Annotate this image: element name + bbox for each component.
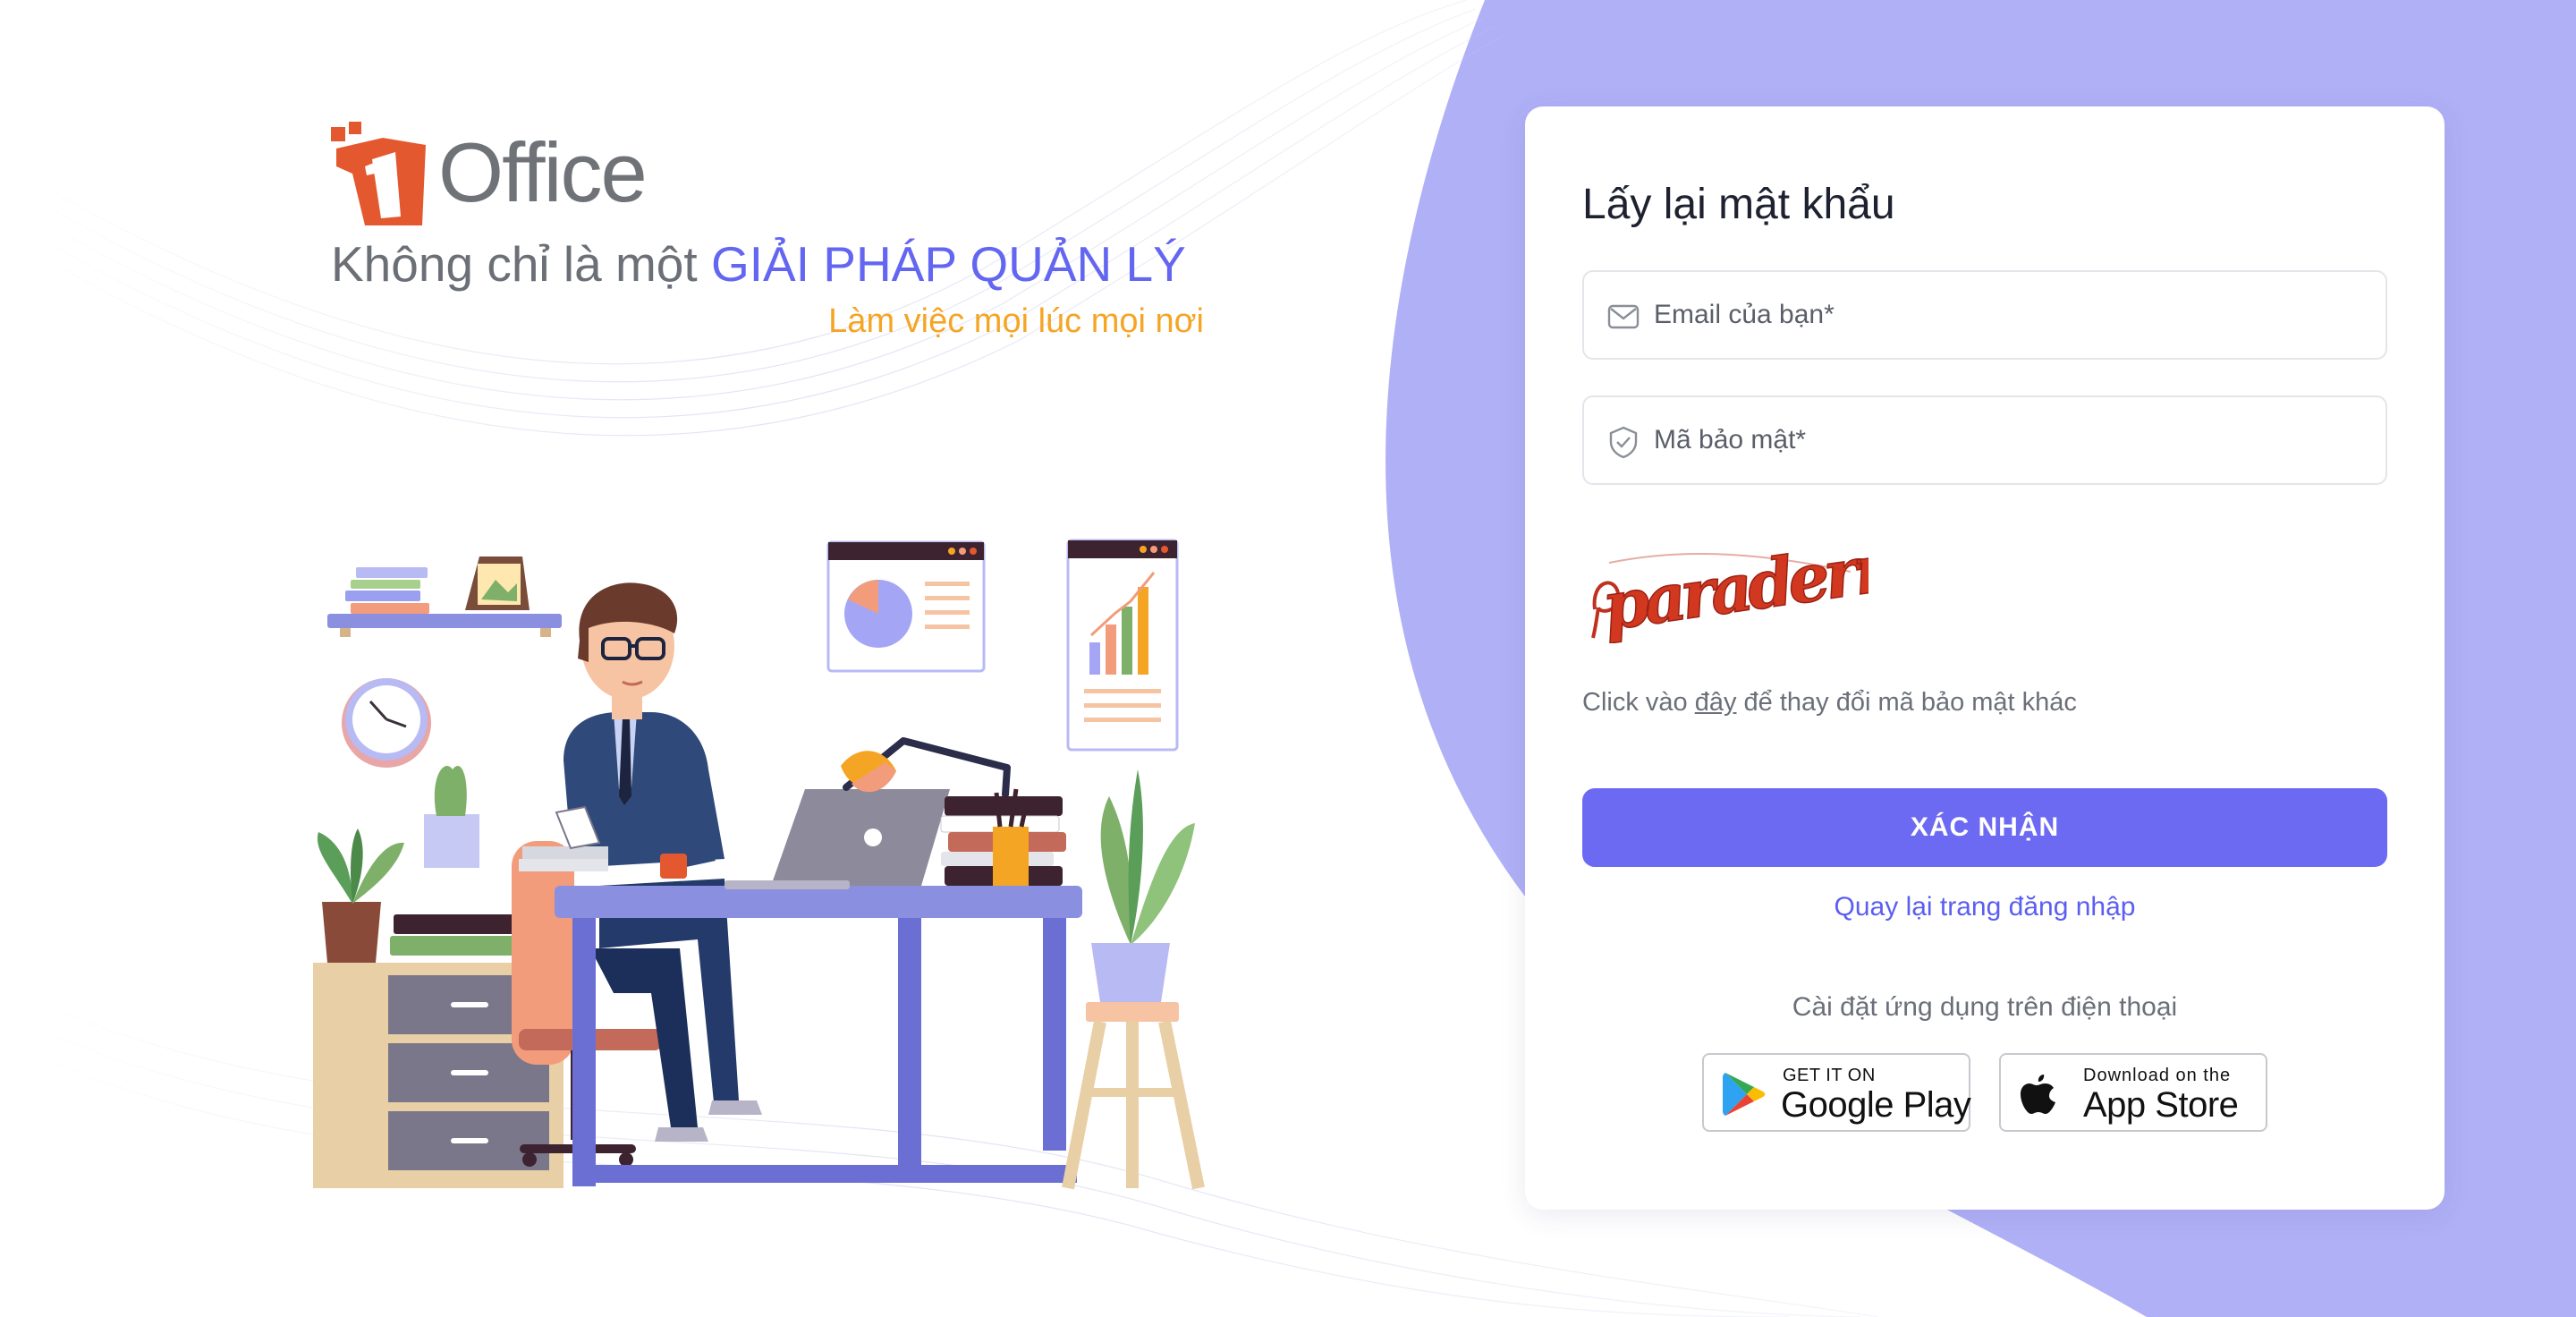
google-play-icon [1723,1073,1766,1116]
refresh-captcha-link[interactable]: đây [1695,688,1737,717]
logo-mark-icon [331,122,426,225]
google-play-small-text: GET IT ON [1783,1066,1876,1085]
apple-icon [2021,1075,2055,1114]
captcha-help-prefix: Click vào [1582,688,1688,717]
forgot-password-card: Lấy lại mật khẩu Email của bạn* Mã bảo m… [1525,106,2445,1210]
submit-button[interactable]: XÁC NHẬN [1582,788,2387,867]
back-to-login-link[interactable]: Quay lại trang đăng nhập [1582,892,2387,922]
shield-check-icon [1609,426,1638,459]
envelope-icon [1607,304,1640,329]
google-play-badge[interactable]: GET IT ON Google Play [1702,1053,1971,1132]
tagline-prefix: Không chỉ là một [331,236,698,292]
brand-logo: Office [329,120,651,231]
email-field[interactable]: Email của bạn* [1582,270,2387,360]
email-placeholder: Email của bạn* [1654,300,1835,329]
security-code-placeholder: Mã bảo mật* [1654,425,1807,455]
tagline-highlight: GIẢI PHÁP QUẢN LÝ [710,236,1186,292]
install-apps-label: Cài đặt ứng dụng trên điện thoại [1792,992,2178,1022]
app-store-big-text: App Store [2083,1085,2239,1125]
app-store-small-text: Download on the [2083,1066,2232,1085]
captcha-help-text: Click vào đây để thay đổi mã bảo mật khá… [1582,688,2077,718]
tagline: Không chỉ là một GIẢI PHÁP QUẢN LÝ [331,233,1208,295]
form-title: Lấy lại mật khẩu [1582,181,1895,228]
office-worker-illustration [313,539,1205,1190]
hero-section: Office Không chỉ là một GIẢI PHÁP QUẢN L… [0,0,1395,1317]
captcha-text: paraderm [1597,527,1868,643]
logo-text: Office [438,125,648,219]
google-play-big-text: Google Play [1781,1085,1971,1125]
security-code-field[interactable]: Mã bảo mật* [1582,395,2387,485]
captcha-help-suffix: để thay đổi mã bảo mật khác [1743,688,2077,717]
app-store-badge[interactable]: Download on the App Store [1999,1053,2267,1132]
subtagline: Làm việc mọi lúc mọi nơi [828,302,1204,340]
captcha-image: paraderm [1591,527,1868,643]
